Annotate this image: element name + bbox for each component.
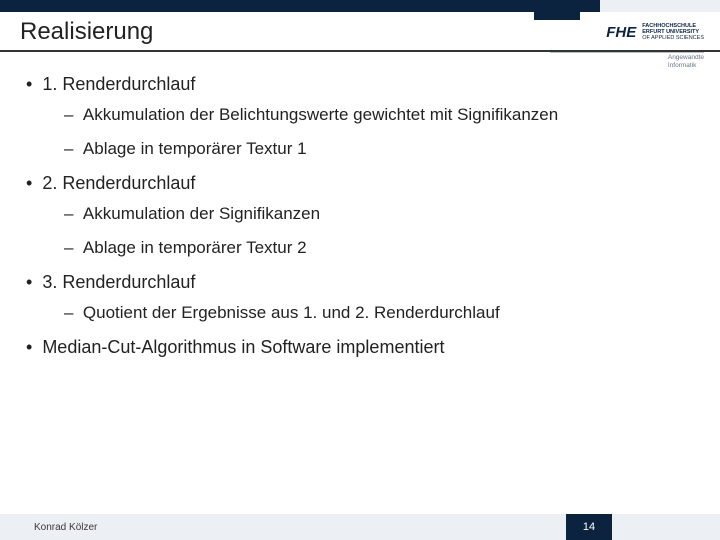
dash-3a: Quotient der Ergebnisse aus 1. und 2. Re… — [64, 303, 694, 323]
logo-line3: OF APPLIED SCIENCES — [642, 35, 704, 41]
footer-author: Konrad Kölzer — [34, 522, 97, 533]
page-title: Realisierung — [20, 18, 153, 46]
logo-text: FACHHOCHSCHULE ERFURT UNIVERSITY OF APPL… — [642, 23, 704, 42]
bullet-4: Median-Cut-Algorithmus in Software imple… — [26, 337, 694, 358]
top-bar-light — [600, 0, 720, 12]
dept-line2: Informatik — [668, 62, 697, 69]
logo-line2: ERFURT UNIVERSITY — [642, 29, 699, 35]
top-bar-dark — [0, 0, 600, 12]
dash-2b: Ablage in temporärer Textur 2 — [64, 238, 694, 258]
top-bar — [0, 0, 720, 12]
content: 1. Renderdurchlauf Akkumulation der Beli… — [26, 74, 694, 368]
top-bar-tab — [534, 0, 580, 20]
dash-1b: Ablage in temporärer Textur 1 — [64, 139, 694, 159]
logo-rule — [550, 52, 704, 53]
department-label: Angewandte Informatik — [668, 54, 704, 70]
dept-line1: Angewandte — [668, 54, 704, 61]
page-number: 14 — [566, 514, 612, 540]
logo: FHE FACHHOCHSCHULE ERFURT UNIVERSITY OF … — [606, 23, 704, 42]
bullet-3: 3. Renderdurchlauf — [26, 272, 694, 293]
logo-mark: FHE — [606, 24, 636, 41]
logo-line1: FACHHOCHSCHULE — [642, 23, 696, 29]
dash-2a: Akkumulation der Signifikanzen — [64, 204, 694, 224]
bullet-2: 2. Renderdurchlauf — [26, 173, 694, 194]
dash-1a: Akkumulation der Belichtungswerte gewich… — [64, 105, 694, 125]
header-row: Realisierung FHE FACHHOCHSCHULE ERFURT U… — [20, 18, 704, 46]
bullet-1: 1. Renderdurchlauf — [26, 74, 694, 95]
footer: Konrad Kölzer 14 — [0, 514, 720, 540]
